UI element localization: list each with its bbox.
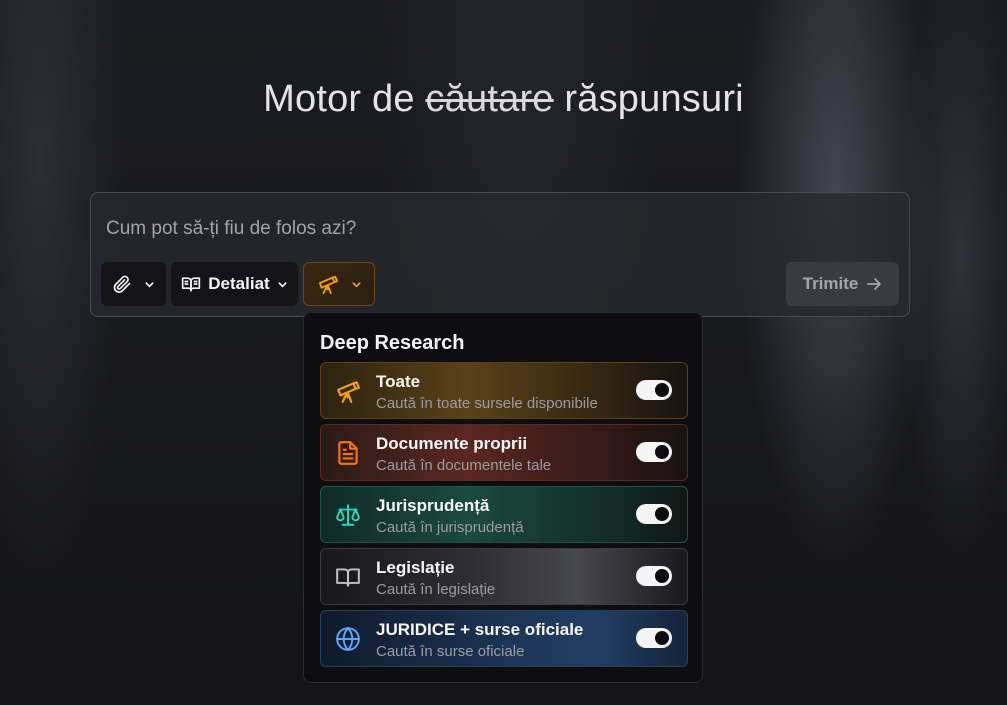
toggle-knob <box>655 569 669 583</box>
toggle-switch[interactable] <box>636 566 672 586</box>
source-option-toate[interactable]: Toate Caută în toate sursele disponibile <box>320 362 688 419</box>
send-label: Trimite <box>802 274 859 293</box>
source-option-legislatie[interactable]: Legislație Caută în legislație <box>320 548 688 605</box>
toggle-knob <box>655 631 669 645</box>
option-title: Jurisprudență <box>376 496 490 515</box>
document-icon <box>335 440 361 466</box>
option-subtitle: Caută în surse oficiale <box>376 643 525 660</box>
page-title: Motor de căutare răspunsuri <box>0 78 1007 121</box>
option-subtitle: Caută în documentele tale <box>376 457 552 474</box>
attach-button[interactable] <box>101 262 166 306</box>
toggle-knob <box>655 445 669 459</box>
option-title: JURIDICE + surse oficiale <box>376 620 584 639</box>
option-title: Toate <box>376 372 421 391</box>
toggle-switch[interactable] <box>636 628 672 648</box>
toggle-knob <box>655 383 669 397</box>
source-option-jurisprudenta[interactable]: Jurisprudență Caută în jurisprudență <box>320 486 688 543</box>
source-option-documente[interactable]: Documente proprii Caută în documentele t… <box>320 424 688 481</box>
arrow-right-icon <box>866 276 882 292</box>
dropdown-title: Deep Research <box>320 332 465 354</box>
chevron-down-icon <box>277 279 288 290</box>
send-button[interactable]: Trimite <box>786 262 899 306</box>
book-icon <box>335 564 361 590</box>
option-subtitle: Caută în toate sursele disponibile <box>376 395 598 412</box>
chat-composer: Cum pot să-ți fiu de folos azi? Detaliat <box>90 192 910 317</box>
scales-icon <box>335 502 361 528</box>
telescope-icon <box>335 378 361 404</box>
paperclip-icon <box>112 274 132 294</box>
option-subtitle: Caută în legislație <box>376 581 496 598</box>
toggle-switch[interactable] <box>636 380 672 400</box>
source-option-juridice[interactable]: JURIDICE + surse oficiale Caută în surse… <box>320 610 688 667</box>
open-book-icon <box>181 275 201 293</box>
deep-research-dropdown: Deep Research Toate Caută în toate surse… <box>303 312 703 683</box>
option-title: Legislație <box>376 558 455 577</box>
option-title: Documente proprii <box>376 434 528 453</box>
option-subtitle: Caută în jurisprudență <box>376 519 524 536</box>
prompt-input[interactable]: Cum pot să-ți fiu de folos azi? <box>106 218 356 240</box>
globe-icon <box>335 626 361 652</box>
chevron-down-icon <box>351 279 362 290</box>
mode-label: Detaliat <box>208 274 270 293</box>
toggle-switch[interactable] <box>636 442 672 462</box>
mode-selector[interactable]: Detaliat <box>171 262 298 306</box>
chevron-down-icon <box>144 279 155 290</box>
toggle-knob <box>655 507 669 521</box>
title-struck-word: căutare <box>425 78 554 120</box>
title-prefix: Motor de <box>263 78 415 120</box>
deep-research-button[interactable] <box>303 262 375 306</box>
toggle-switch[interactable] <box>636 504 672 524</box>
title-suffix: răspunsuri <box>564 78 744 120</box>
telescope-icon <box>317 274 339 294</box>
